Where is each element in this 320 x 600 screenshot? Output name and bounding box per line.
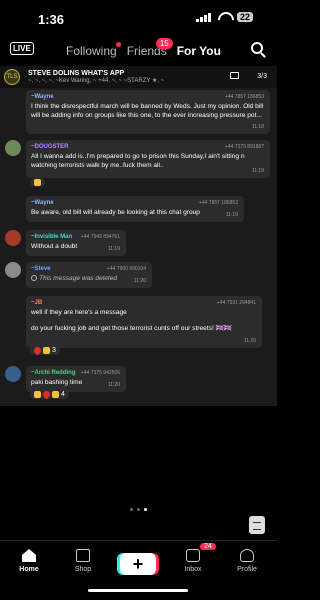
tab-following[interactable]: Following <box>66 42 121 58</box>
reaction-bar[interactable] <box>30 178 45 187</box>
message: ~Wayne +44 7857 186853 I think the disre… <box>26 90 270 134</box>
notes-icon[interactable] <box>249 516 265 534</box>
message-time: 11:19 <box>251 168 264 174</box>
notification-dot <box>115 42 121 47</box>
tab-for-you-label: For You <box>176 44 221 58</box>
feed-tabs: Following Friends 15 For You <box>66 38 221 58</box>
profile-icon <box>240 549 254 562</box>
laughing-emoji-icon <box>52 391 59 398</box>
chat-title-block: STEVE DOLINS WHAT'S APP ~, ~, ~, ~, ~Kev… <box>28 70 228 84</box>
signal-icon <box>195 12 211 22</box>
avatar <box>5 230 21 246</box>
nav-shop-label: Shop <box>74 566 92 573</box>
sender-phone: +44 7857 186853 <box>198 200 238 206</box>
message-text: well if they are here's a message <box>31 309 127 316</box>
sender-phone: +44 7379 891887 <box>224 144 264 150</box>
shop-icon <box>76 549 90 562</box>
status-bar: 1:36 22 <box>0 0 277 36</box>
avatar <box>5 140 21 156</box>
carousel-dots <box>130 508 147 511</box>
chat-members: ~, ~, ~, ~, ~Kev Waring, ~ +44, ~, ~ ~ST… <box>28 78 165 84</box>
group-avatar: TLS <box>4 69 20 85</box>
chat-header: TLS STEVE DOLINS WHAT'S APP ~, ~, ~, ~, … <box>0 66 277 88</box>
message: ~DOUGSTER +44 7379 891887 All I wanna ad… <box>26 140 270 178</box>
avatar <box>5 262 21 278</box>
live-button[interactable]: LIVE <box>10 42 34 55</box>
reaction-bar[interactable]: 4 <box>30 389 69 400</box>
video-call-icon <box>230 72 239 79</box>
tab-friends[interactable]: Friends 15 <box>127 38 173 58</box>
thumbs-up-icon <box>34 179 41 186</box>
inbox-badge: 24 <box>200 543 216 550</box>
deleted-message: This message was deleted <box>31 274 147 283</box>
message-text: I think the disrespectful march will be … <box>31 103 264 119</box>
nav-inbox-label: Inbox <box>184 566 202 573</box>
message: ~Wayne +44 7857 186853 Be aware, old bil… <box>26 196 244 222</box>
message: ~Archi Redding +44 7375 942506 paki bash… <box>26 366 126 392</box>
sender-phone: +44 7931 294841 <box>216 300 256 306</box>
nav-profile[interactable]: Profile <box>222 549 272 573</box>
message-time: 11:20 <box>243 338 256 344</box>
nav-home-label: Home <box>19 566 39 573</box>
photo-page-indicator: 3/3 <box>257 73 267 80</box>
create-button[interactable]: + <box>120 553 156 575</box>
message: ~Invisible Man +44 7949 894761 Without a… <box>26 230 126 256</box>
wifi-icon <box>217 12 231 22</box>
carousel-dot <box>130 508 133 511</box>
nav-profile-label: Profile <box>237 566 257 573</box>
battery-icon: 22 <box>236 12 253 22</box>
carousel-dot <box>137 508 140 511</box>
nav-shop[interactable]: Shop <box>58 549 108 573</box>
chat-area: ~Wayne +44 7857 186853 I think the disre… <box>0 88 277 406</box>
message-time: 11:20 <box>107 382 120 388</box>
friends-badge: 15 <box>155 38 173 49</box>
search-icon[interactable] <box>251 42 263 54</box>
tab-for-you[interactable]: For You <box>177 44 221 58</box>
bottom-nav: Home Shop + 24 Inbox Profile <box>0 540 277 600</box>
tab-following-label: Following <box>66 44 117 58</box>
status-time: 1:36 <box>38 12 65 27</box>
message-time: 11:19 <box>107 246 120 252</box>
reaction-count: 3 <box>52 347 56 354</box>
message-text: do your fucking job and get those terror… <box>31 325 233 332</box>
message: ~Steve +44 7960 990104 This message was … <box>26 262 152 288</box>
thumbs-up-icon <box>43 347 50 354</box>
sender-phone: +44 7375 942506 <box>80 370 120 376</box>
thumbs-up-icon <box>34 391 41 398</box>
nav-inbox[interactable]: 24 Inbox <box>168 543 218 573</box>
inbox-icon <box>186 549 200 562</box>
sender-phone: +44 7960 990104 <box>106 266 146 272</box>
message: ~JB +44 7931 294841 well if they are her… <box>26 296 262 348</box>
message-time: 11:18 <box>251 124 264 130</box>
avatar <box>5 366 21 382</box>
message-time: 11:19 <box>225 212 238 218</box>
reaction-count: 4 <box>61 391 65 398</box>
sender-phone: +44 7949 894761 <box>80 234 120 240</box>
top-nav: LIVE Following Friends 15 For You <box>0 38 277 64</box>
carousel-dot-active <box>144 508 147 511</box>
message-text: This message was deleted <box>39 275 118 282</box>
reaction-bar[interactable]: 3 <box>30 345 60 356</box>
home-indicator[interactable] <box>88 589 188 592</box>
message-text: Be aware, old bill will already be looki… <box>31 209 200 216</box>
deleted-icon <box>31 275 37 282</box>
status-icons: 22 <box>195 12 253 22</box>
chat-title: STEVE DOLINS WHAT'S APP <box>28 70 125 77</box>
message-text: All I wanna add is..I'm prepared to go t… <box>31 153 245 169</box>
sender-phone: +44 7857 186853 <box>224 94 264 100</box>
heart-icon <box>41 389 52 400</box>
heart-icon <box>32 345 43 356</box>
home-icon <box>22 549 36 562</box>
message-time: 11:20 <box>133 278 146 284</box>
nav-home[interactable]: Home <box>4 549 54 573</box>
